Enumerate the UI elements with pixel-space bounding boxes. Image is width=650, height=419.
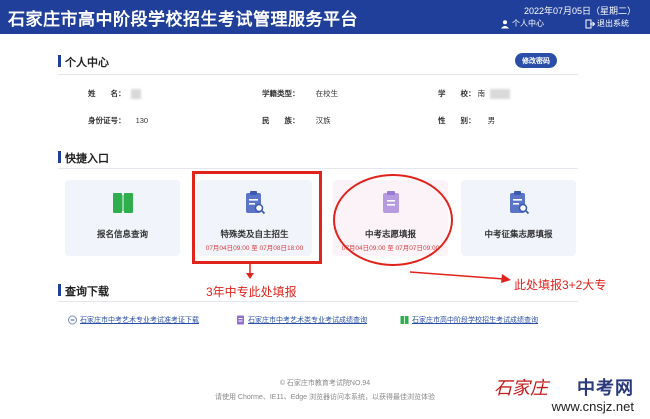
ethnic-label: 民 族： [262, 116, 300, 125]
download-link-exam-score[interactable]: 石家庄市高中阶段学校招生考试成绩查询 [400, 315, 538, 325]
arrow-down-icon [246, 264, 254, 279]
download-link-admission-ticket[interactable]: 石家庄市中考艺术专业考试准考证下载 [68, 315, 199, 325]
book-icon [112, 193, 133, 213]
name-row: 姓 名： [88, 88, 141, 100]
school-row: 学 校： 南 [438, 88, 511, 100]
arrow-right-icon [410, 271, 511, 283]
school-label: 学 校： [438, 89, 476, 98]
card-supplementary-volunteer[interactable]: 中考征集志愿填报 [461, 180, 576, 256]
annotation-highlight-box [192, 171, 322, 264]
card-label: 中考征集志愿填报 [484, 229, 553, 239]
school-type-row: 学籍类型： 在校生 [262, 88, 338, 99]
school-type-value: 在校生 [315, 89, 339, 98]
top-header: 石家庄市高中阶段学校招生考试管理服务平台 2022年07月05日（星期二） 个人… [0, 0, 650, 34]
id-row: 身份证号： 130 [88, 115, 148, 126]
download-link-label: 石家庄市中考艺术专业考试准考证下载 [80, 317, 199, 324]
gender-row: 性 别： 男 [438, 115, 495, 126]
annotation-left-text: 3年中专此处填报 [206, 285, 297, 299]
gender-label: 性 别： [438, 116, 476, 125]
school-value: 南 [477, 89, 486, 98]
quick-section-title: 快捷入口 [58, 150, 109, 166]
ethnic-value: 汉族 [315, 116, 331, 125]
current-date: 2022年07月05日（星期二） [523, 6, 636, 16]
downloads-section-title: 查询下载 [58, 283, 109, 299]
ethnic-row: 民 族： 汉族 [262, 115, 331, 126]
site-watermark: 石家庄 中考网 www.cnsjz.net [492, 372, 642, 418]
clipboard-search-icon [509, 191, 529, 215]
divider [58, 74, 578, 75]
annotation-right-text: 此处填报3+2大专 [514, 278, 607, 292]
card-label: 报名信息查询 [96, 229, 148, 239]
divider [58, 168, 578, 169]
logout-label: 退出系统 [597, 19, 629, 28]
divider [58, 301, 578, 302]
download-link-art-score[interactable]: 石家庄市中考艺术类专业考试成绩查询 [236, 315, 367, 325]
download-icon [68, 315, 77, 325]
document-icon [237, 315, 244, 325]
school-value-redacted [490, 89, 511, 100]
edit-password-button[interactable]: 修改密码 [515, 53, 557, 68]
id-value: 130 [135, 116, 149, 125]
app-title: 石家庄市高中阶段学校招生考试管理服务平台 [8, 10, 358, 29]
name-label: 姓 名： [88, 89, 126, 98]
book-icon [400, 316, 409, 324]
watermark-brand: 中考网 [577, 378, 634, 398]
profile-section-title: 个人中心 [58, 54, 109, 70]
download-link-label: 石家庄市高中阶段学校招生考试成绩查询 [412, 317, 538, 324]
school-type-label: 学籍类型： [262, 89, 300, 98]
name-value-redacted [130, 89, 141, 100]
annotation-highlight-circle [333, 174, 453, 266]
user-icon [501, 19, 509, 28]
card-registration-query[interactable]: 报名信息查询 [65, 180, 180, 256]
watermark-calligraphy: 石家庄 [494, 378, 548, 399]
personal-center-link[interactable]: 个人中心 [500, 18, 544, 29]
logout-link[interactable]: 退出系统 [585, 18, 629, 29]
logout-icon [585, 19, 595, 28]
personal-center-label: 个人中心 [512, 19, 544, 28]
gender-value: 男 [487, 116, 496, 125]
download-link-label: 石家庄市中考艺术类专业考试成绩查询 [248, 317, 367, 324]
id-label: 身份证号： [88, 116, 126, 125]
watermark-url: www.cnsjz.net [551, 399, 634, 414]
